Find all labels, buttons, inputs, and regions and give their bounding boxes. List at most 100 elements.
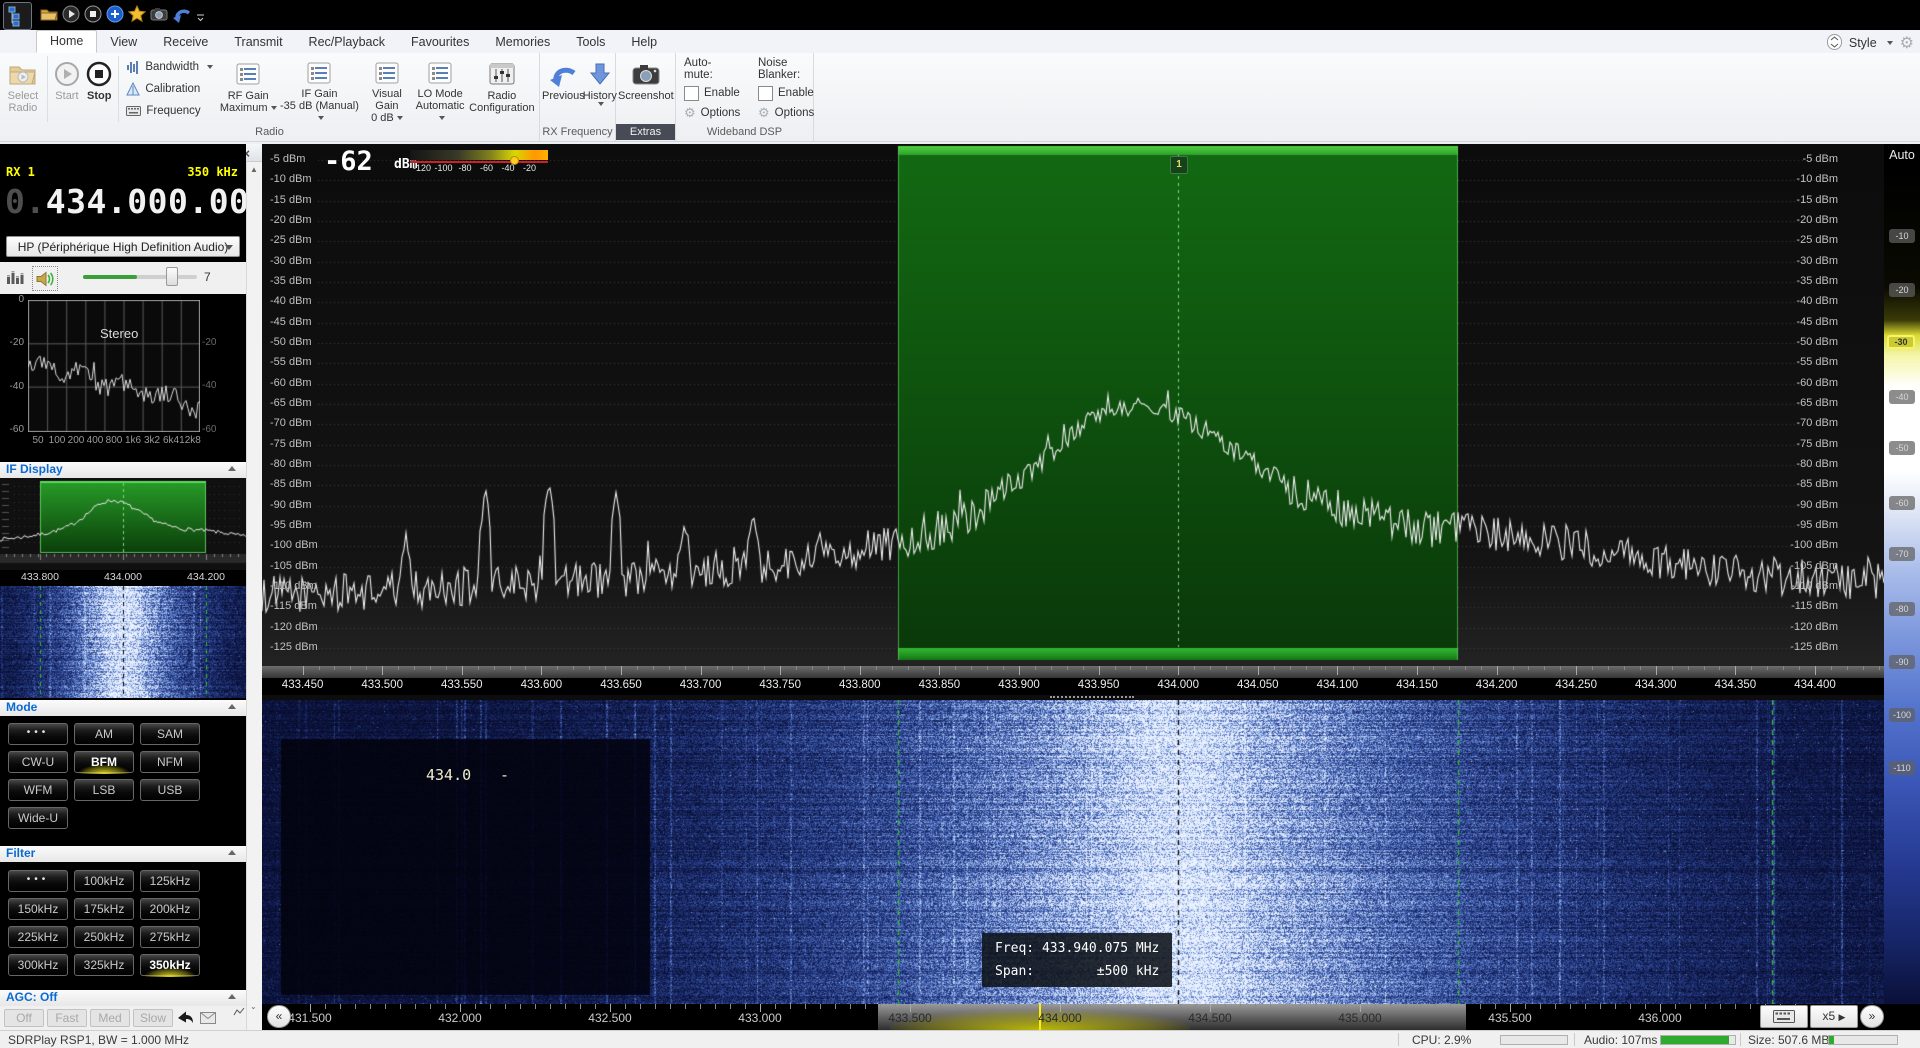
agc-header[interactable]: AGC: Off bbox=[0, 990, 246, 1006]
if-display-graph[interactable] bbox=[0, 478, 246, 570]
filter-button-250khz[interactable]: 250kHz bbox=[74, 926, 134, 948]
mode-button-bfm[interactable]: BFM bbox=[74, 751, 134, 773]
app-logo-icon[interactable] bbox=[3, 2, 32, 30]
history-button[interactable]: History bbox=[585, 54, 615, 124]
frequency-display[interactable]: 0.434.000.000 bbox=[5, 182, 270, 221]
mode-button-wideu[interactable]: Wide-U bbox=[8, 807, 68, 829]
bandwidth-button[interactable]: Bandwidth bbox=[126, 58, 213, 76]
tab-receive[interactable]: Receive bbox=[150, 32, 221, 53]
colorbar-tick[interactable]: -10 bbox=[1889, 229, 1915, 243]
rf-gain-button[interactable]: RF Gain Maximum bbox=[218, 54, 279, 124]
visual-gain-button[interactable]: Visual Gain 0 dB bbox=[360, 54, 413, 124]
sparkline-icon[interactable] bbox=[233, 1004, 245, 1022]
stop-icon[interactable] bbox=[84, 5, 102, 23]
filter-button-225khz[interactable]: 225kHz bbox=[8, 926, 68, 948]
tab-home[interactable]: Home bbox=[36, 30, 97, 53]
colorbar-tick[interactable]: -60 bbox=[1889, 496, 1915, 510]
favourite-star-icon[interactable] bbox=[128, 5, 146, 23]
colorbar-tick[interactable]: -40 bbox=[1889, 390, 1915, 404]
colorbar-tick[interactable]: -70 bbox=[1889, 547, 1915, 561]
noise-blanker-options[interactable]: ⚙Options bbox=[758, 105, 814, 121]
agc-button-off[interactable]: Off bbox=[4, 1009, 44, 1027]
filter-button-200khz[interactable]: 200kHz bbox=[140, 898, 200, 920]
frequency-button[interactable]: Frequency bbox=[126, 102, 213, 120]
filter-button-300khz[interactable]: 300kHz bbox=[8, 954, 68, 976]
audio-spectrum-graph[interactable] bbox=[28, 300, 200, 432]
agc-button-slow[interactable]: Slow bbox=[133, 1009, 173, 1027]
agc-button-med[interactable]: Med bbox=[90, 1009, 130, 1027]
start-button[interactable]: Start bbox=[51, 54, 83, 124]
checkbox[interactable] bbox=[758, 86, 773, 101]
mode-button-am[interactable]: AM bbox=[74, 723, 134, 745]
scroll-down-icon[interactable]: ⌄ bbox=[250, 1002, 257, 1011]
sidebar-scrollbar[interactable]: ▲ ⌄ bbox=[246, 162, 262, 1030]
filter-header[interactable]: Filter bbox=[0, 846, 246, 862]
collapse-ribbon-icon[interactable] bbox=[1827, 34, 1842, 53]
tab-help[interactable]: Help bbox=[618, 32, 670, 53]
colorbar-tick[interactable]: -30 bbox=[1887, 335, 1915, 349]
if-gain-button[interactable]: IF Gain -35 dB (Manual) bbox=[279, 54, 361, 124]
palette-legend-bar[interactable] bbox=[410, 150, 548, 160]
colorbar-tick[interactable]: -50 bbox=[1889, 441, 1915, 455]
tab-favourites[interactable]: Favourites bbox=[398, 32, 482, 53]
tab-view[interactable]: View bbox=[97, 32, 150, 53]
colorbar-tick[interactable]: -100 bbox=[1889, 708, 1915, 722]
colorbar-tick[interactable]: -110 bbox=[1889, 761, 1915, 775]
mode-button-nfm[interactable]: NFM bbox=[140, 751, 200, 773]
colorbar-auto-label[interactable]: Auto bbox=[1884, 148, 1920, 162]
tab-memories[interactable]: Memories bbox=[482, 32, 563, 53]
volume-handle[interactable] bbox=[166, 267, 178, 286]
agc-button-fast[interactable]: Fast bbox=[47, 1009, 87, 1027]
marker-1-flag[interactable]: 1 bbox=[1170, 156, 1188, 174]
filter-button-325khz[interactable]: 325kHz bbox=[74, 954, 134, 976]
mail-icon[interactable] bbox=[200, 1011, 216, 1029]
stop-button[interactable]: Stop bbox=[83, 54, 115, 124]
filter-button-350khz[interactable]: 350kHz bbox=[140, 954, 200, 976]
filter-button-[interactable]: ••• bbox=[8, 870, 68, 892]
auto-mute-enable[interactable]: Enable bbox=[684, 85, 740, 101]
checkbox[interactable] bbox=[684, 86, 699, 101]
auto-mute-options[interactable]: ⚙Options bbox=[684, 105, 740, 121]
previous-button[interactable]: Previous bbox=[542, 54, 585, 124]
tab-rec-playback[interactable]: Rec/Playback bbox=[296, 32, 398, 53]
mode-button-sam[interactable]: SAM bbox=[140, 723, 200, 745]
filter-button-275khz[interactable]: 275kHz bbox=[140, 926, 200, 948]
mode-button-wfm[interactable]: WFM bbox=[8, 779, 68, 801]
zoom-step-button[interactable]: x5 ▶ bbox=[1810, 1005, 1858, 1028]
mode-button-cwu[interactable]: CW-U bbox=[8, 751, 68, 773]
lo-mode-button[interactable]: LO Mode Automatic bbox=[414, 54, 467, 124]
if-waterfall[interactable] bbox=[0, 586, 246, 698]
collapse-up-icon[interactable] bbox=[228, 704, 236, 709]
screenshot-button[interactable]: Screenshot bbox=[618, 54, 674, 124]
open-folder-icon[interactable] bbox=[40, 5, 58, 23]
colorbar-tick[interactable]: -80 bbox=[1889, 602, 1915, 616]
spectrum-canvas[interactable] bbox=[262, 144, 1884, 666]
keyboard-entry-button[interactable] bbox=[1760, 1005, 1808, 1028]
mode-button-usb[interactable]: USB bbox=[140, 779, 200, 801]
style-button[interactable]: Style bbox=[1849, 36, 1877, 50]
spectrum-freq-ruler[interactable] bbox=[262, 666, 1884, 678]
mode-button-[interactable]: ••• bbox=[8, 723, 68, 745]
scroll-left-button[interactable]: « bbox=[267, 1005, 291, 1028]
colorbar-tick[interactable]: -20 bbox=[1889, 283, 1915, 297]
mute-speaker-button[interactable] bbox=[32, 266, 58, 291]
settings-gear-icon[interactable]: ⚙ bbox=[1900, 33, 1914, 53]
back-arrow-icon[interactable] bbox=[176, 1010, 194, 1030]
waterfall-colorbar[interactable]: Auto -10-20-30-40-50-60-70-80-90-100-110 bbox=[1884, 144, 1920, 1004]
more-caret-icon[interactable] bbox=[196, 9, 214, 27]
full-span-scale[interactable]: 431.500432.000432.500433.000433.500434.0… bbox=[262, 1004, 1920, 1030]
add-icon[interactable] bbox=[106, 5, 124, 23]
noise-blanker-enable[interactable]: Enable bbox=[758, 85, 814, 101]
filter-button-125khz[interactable]: 125kHz bbox=[140, 870, 200, 892]
filter-button-175khz[interactable]: 175kHz bbox=[74, 898, 134, 920]
undo-icon[interactable] bbox=[172, 5, 190, 23]
collapse-up-icon[interactable] bbox=[228, 850, 236, 855]
audio-device-select[interactable]: HP (Périphérique High Definition Audio) bbox=[6, 236, 240, 257]
filter-button-150khz[interactable]: 150kHz bbox=[8, 898, 68, 920]
select-radio-button[interactable]: Select Radio bbox=[2, 54, 44, 124]
calibration-button[interactable]: Calibration bbox=[126, 80, 213, 98]
radio-configuration-button[interactable]: Radio Configuration bbox=[467, 54, 537, 124]
mode-header[interactable]: Mode bbox=[0, 700, 246, 716]
tab-tools[interactable]: Tools bbox=[563, 32, 618, 53]
scroll-up-icon[interactable]: ▲ bbox=[250, 165, 258, 174]
